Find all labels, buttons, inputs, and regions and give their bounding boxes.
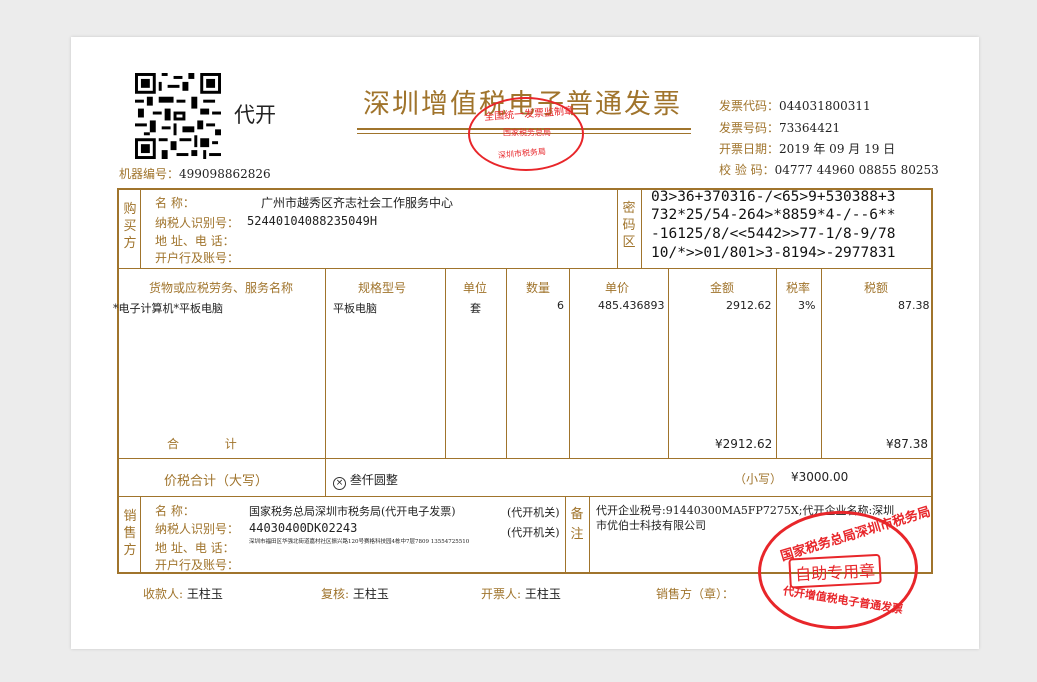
agent-tag-1: (代开机关) <box>507 506 560 519</box>
buyer-section-label: 购买方 <box>123 202 137 251</box>
item-unit: 套 <box>470 302 481 315</box>
seller-bank-label: 开户行及账号： <box>155 558 240 572</box>
col-spec-header: 规格型号 <box>358 281 407 295</box>
seller-section-label: 销售方 <box>123 509 137 558</box>
invoice-code: 发票代码：044031800311 <box>719 99 871 113</box>
item-qty: 6 <box>557 299 564 312</box>
remark-label: 备注 <box>570 507 584 542</box>
buyer-address-label: 地 址、电 话： <box>155 234 235 248</box>
item-amount: 2912.62 <box>726 299 772 312</box>
col-unit-header: 单位 <box>463 281 488 295</box>
col-tax-header: 税额 <box>864 281 889 295</box>
invoice-paper: 代开 机器编号：499098862826 深圳增值税电子普通发票 全国统一发票监… <box>71 37 979 649</box>
invoice-number: 发票号码：73364421 <box>719 121 841 135</box>
official-stamp-top: 全国统一发票监制章 国家税务总局 深圳市税务局 <box>468 97 584 171</box>
seller-seal-label: 销售方（章）： <box>656 587 735 601</box>
cipher-line: -16125/8/<<5442>>77-1/8-9/78 <box>651 226 896 242</box>
issuer: 开票人: 王柱玉 <box>481 587 561 601</box>
seller-name: 国家税务总局深圳市税务局(代开电子发票) <box>249 505 456 518</box>
total-label: 合 计 <box>167 437 237 451</box>
col-name-header: 货物或应税劳务、服务名称 <box>149 281 294 295</box>
item-name: *电子计算机*平板电脑 <box>113 302 223 315</box>
cipher-line: 03>36+370316-/<65>9+530388+3 <box>651 189 896 205</box>
circle-x-icon: × <box>333 477 346 490</box>
item-price: 485.436893 <box>598 299 665 312</box>
seller-name-label: 名 称： <box>155 504 195 518</box>
sum-lower: ¥3000.00 <box>791 470 849 484</box>
invoice-date: 开票日期：2019 年 09 月 19 日 <box>719 142 896 156</box>
col-qty-header: 数量 <box>526 281 551 295</box>
remark-line: 市优伯士科技有限公司 <box>596 519 706 532</box>
item-spec: 平板电脑 <box>333 302 377 315</box>
sum-upper: × 叁仟圆整 <box>333 471 398 490</box>
qr-label: 代开 <box>234 103 276 127</box>
cipher-label: 密码区 <box>622 201 636 250</box>
cipher-line: 10/*>>01/801>3-8194>-2977831 <box>651 245 896 261</box>
buyer-tax-id: 52440104088235049H <box>247 214 378 228</box>
item-tax: 87.38 <box>898 299 930 312</box>
check-code: 校 验 码：04777 44960 08855 80253 <box>719 163 939 177</box>
col-price-header: 单价 <box>605 281 630 295</box>
payee: 收款人: 王柱玉 <box>143 587 223 601</box>
col-amount-header: 金额 <box>710 281 735 295</box>
seller-tax-id: 44030400DK02243 <box>249 521 358 535</box>
seller-address: 深圳市福田区华强北街道嘉村社区振兴路120号赛格科技园4栋中7层7809 135… <box>249 539 470 545</box>
reviewer: 复核: 王柱玉 <box>321 587 389 601</box>
col-rate-header: 税率 <box>786 281 811 295</box>
buyer-bank-label: 开户行及账号： <box>155 251 240 265</box>
cipher-line: 732*25/54-264>*8859*4-/--6** <box>651 207 896 223</box>
total-tax: ¥87.38 <box>886 437 928 451</box>
item-rate: 3% <box>798 299 816 312</box>
qr-code-icon <box>135 73 221 163</box>
machine-number: 机器编号：499098862826 <box>119 167 271 181</box>
buyer-name-label: 名 称： <box>155 196 195 210</box>
agent-tag-2: (代开机关) <box>507 526 560 539</box>
sum-lower-label: （小写） <box>734 472 783 486</box>
seller-address-label: 地 址、电 话： <box>155 541 235 555</box>
total-amount: ¥2912.62 <box>715 437 773 451</box>
sum-label: 价税合计（大写） <box>164 474 269 489</box>
buyer-tax-id-label: 纳税人识别号： <box>155 216 240 230</box>
seller-tax-id-label: 纳税人识别号： <box>155 522 240 536</box>
buyer-name: 广州市越秀区齐志社会工作服务中心 <box>261 196 454 210</box>
